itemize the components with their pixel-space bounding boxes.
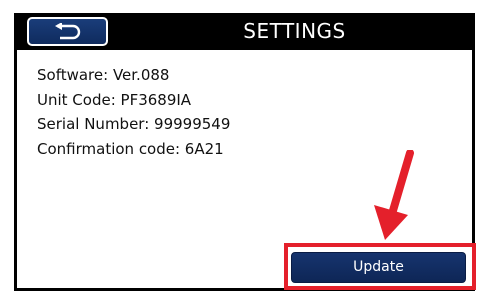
return-arrow-icon <box>51 22 85 41</box>
software-version-text: Software: Ver.088 <box>37 66 170 84</box>
confirmation-code-text: Confirmation code: 6A21 <box>37 139 224 158</box>
device-info-list: Software: Ver.088 Unit Code: PF3689IA Se… <box>37 63 230 161</box>
back-button[interactable] <box>27 17 108 46</box>
header-bar: SETTINGS <box>17 13 472 50</box>
serial-number-text: Serial Number: 99999549 <box>37 115 231 133</box>
page-title: SETTINGS <box>243 19 346 43</box>
unit-code-text: Unit Code: PF3689IA <box>37 90 192 109</box>
update-button[interactable]: Update <box>291 252 466 283</box>
settings-screen: SETTINGS Software: Ver.088 Unit Code: PF… <box>14 13 475 291</box>
